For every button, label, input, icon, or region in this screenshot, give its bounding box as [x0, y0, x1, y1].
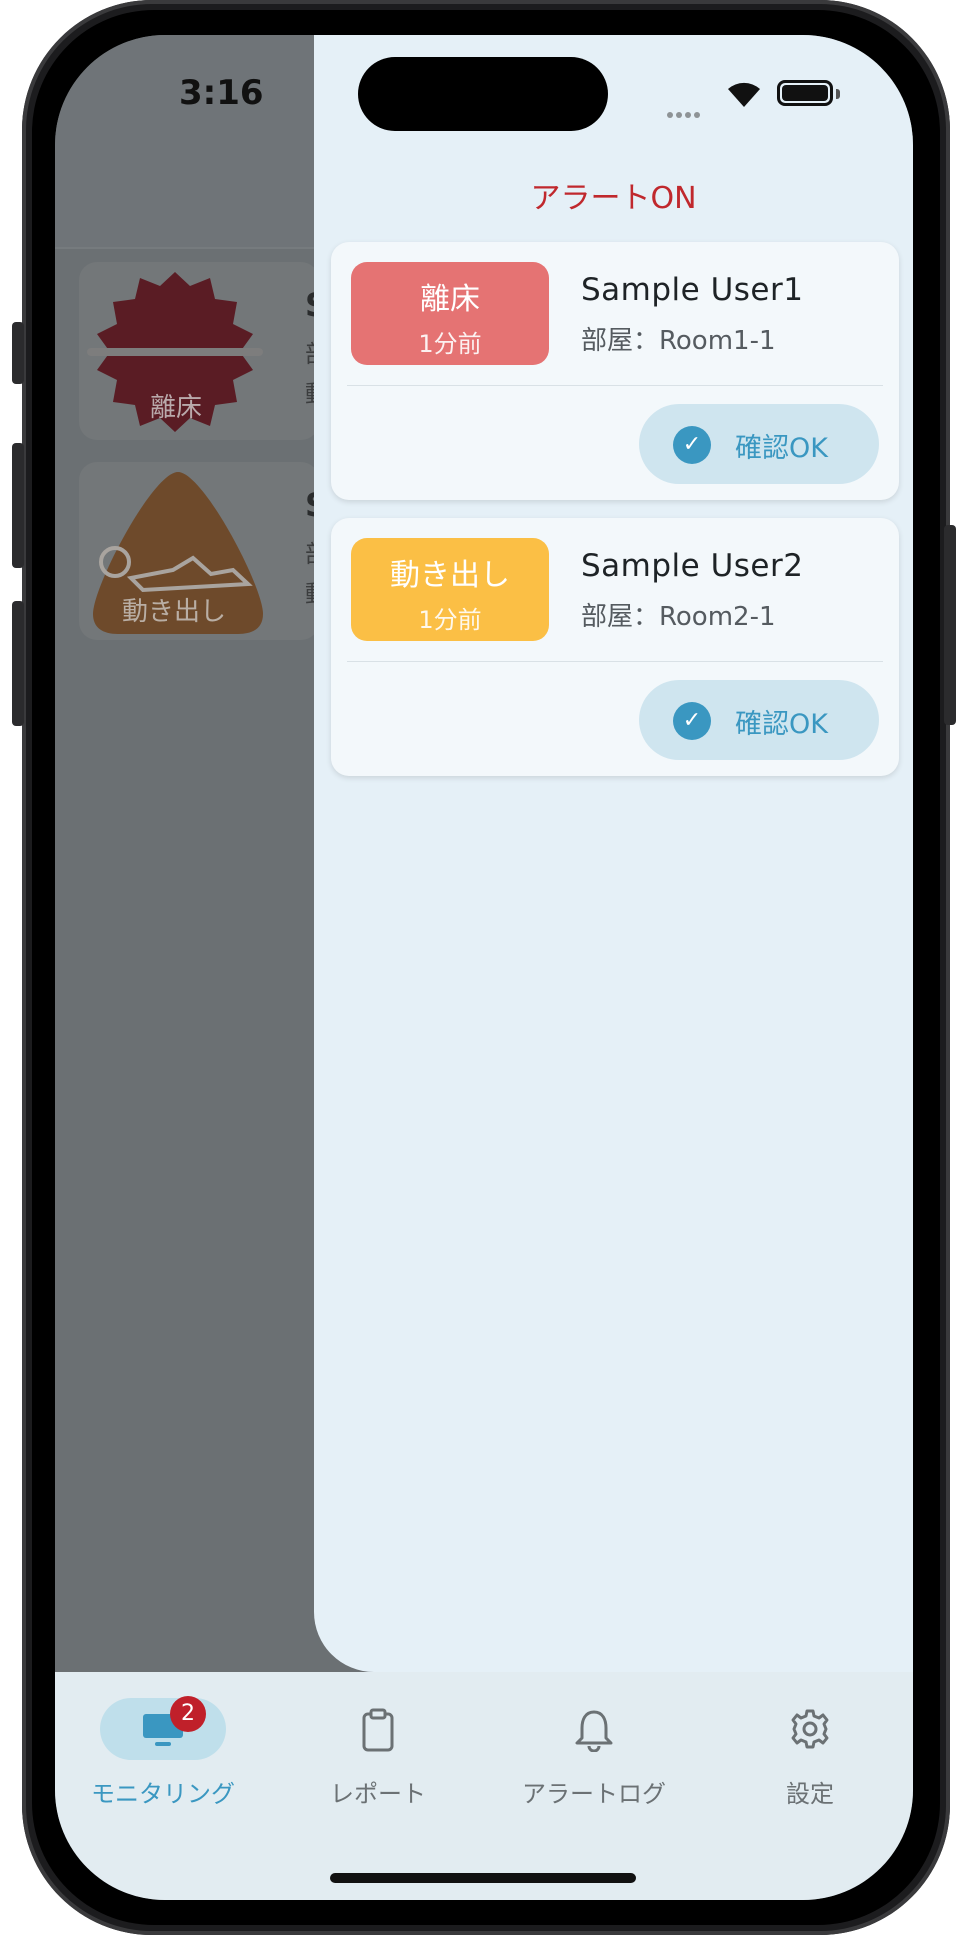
alert-room: 部屋：Room2-1 [581, 602, 776, 632]
confirm-ok-button[interactable]: ✓ 確認OK [639, 680, 879, 760]
gear-icon [791, 1709, 829, 1749]
confirm-ok-label: 確認OK [735, 709, 828, 740]
volume-up-button [12, 443, 24, 568]
alert-room: 部屋：Room1-1 [581, 326, 776, 356]
alert-card: 動き出し 1分前 Sample User2 部屋：Room2-1 ✓ 確認OK [331, 518, 899, 776]
alert-elapsed-time: 1分前 [418, 606, 482, 634]
check-circle-icon: ✓ [673, 702, 711, 740]
confirm-ok-label: 確認OK [735, 433, 828, 464]
nav-item-settings-pill [747, 1698, 873, 1760]
wifi-icon [728, 82, 760, 107]
confirm-ok-button[interactable]: ✓ 確認OK [639, 404, 879, 484]
background-card-1-icon-label: 離床 [150, 393, 203, 423]
nav-item-settings-label: 設定 [786, 1780, 834, 1808]
nav-item-report-pill [315, 1698, 441, 1760]
alert-card: 離床 1分前 Sample User1 部屋：Room1-1 ✓ 確認OK [331, 242, 899, 500]
nav-item-alert-log-label: アラートログ [522, 1780, 666, 1808]
home-indicator [330, 1873, 636, 1883]
alert-card-divider [347, 385, 883, 386]
monitoring-count-badge: 2 [170, 1696, 206, 1732]
dynamic-island [358, 57, 608, 131]
alert-type-badge: 動き出し 1分前 [351, 538, 549, 641]
bottom-navigation: 2 モニタリング レポート アラートログ 設定 [55, 1672, 913, 1900]
battery-tip [836, 89, 840, 99]
alert-drawer-title: アラートON [530, 181, 697, 216]
nav-item-alert-log[interactable]: アラートログ [494, 1698, 694, 1809]
nav-item-monitoring-label: モニタリング [91, 1780, 235, 1808]
clipboard-icon [362, 1708, 394, 1752]
nav-item-alert-log-pill [531, 1698, 657, 1760]
alert-user-name: Sample User1 [581, 272, 804, 308]
action-button [12, 322, 24, 384]
alert-type-label: 動き出し [390, 558, 510, 593]
alert-type-label: 離床 [420, 282, 480, 317]
status-time: 3:16 [179, 73, 264, 113]
nav-item-monitoring-pill: 2 [100, 1696, 226, 1760]
nav-item-report[interactable]: レポート [278, 1698, 478, 1809]
cellular-signal-icon [667, 103, 703, 122]
screen: 3:16 離床 S 部 動 動き出し S 部 動 アラートON 離床 [55, 35, 913, 1900]
nav-item-report-label: レポート [330, 1780, 426, 1808]
check-circle-icon: ✓ [673, 426, 711, 464]
nav-item-settings[interactable]: 設定 [710, 1698, 910, 1809]
background-card-2-icon-label: 動き出し [122, 597, 227, 627]
alert-card-divider [347, 661, 883, 662]
alert-user-name: Sample User2 [581, 548, 804, 584]
battery-icon [777, 80, 833, 106]
alert-type-badge: 離床 1分前 [351, 262, 549, 365]
nav-item-monitoring[interactable]: 2 モニタリング [63, 1696, 263, 1809]
volume-down-button [12, 601, 24, 726]
background-card-1: 離床 S 部 動 [79, 262, 329, 440]
bell-icon [575, 1710, 613, 1752]
background-card-2: 動き出し S 部 動 [79, 462, 329, 640]
alert-elapsed-time: 1分前 [418, 330, 482, 358]
power-button [944, 525, 956, 725]
